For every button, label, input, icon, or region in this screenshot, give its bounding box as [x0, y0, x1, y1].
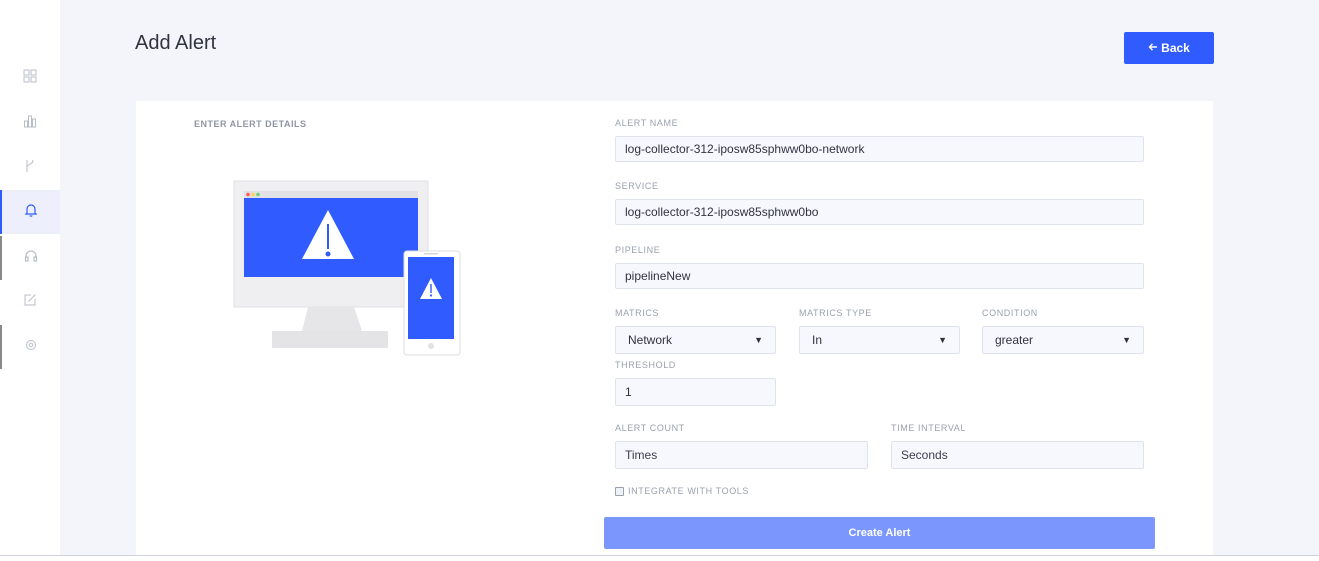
back-button-label: Back [1161, 41, 1190, 55]
alert-form-card: ENTER ALERT DETAILS ALERT NAME log-colle… [136, 101, 1213, 555]
service-label: SERVICE [615, 181, 659, 191]
alert-name-input[interactable] [615, 136, 1144, 162]
alert-illustration [232, 179, 464, 362]
section-label: ENTER ALERT DETAILS [194, 119, 307, 129]
condition-select-value: greater [995, 333, 1034, 347]
matrics-type-select-value: In [812, 333, 823, 347]
back-button[interactable]: Back [1124, 32, 1214, 64]
matrics-type-label: MATRICS TYPE [799, 308, 872, 318]
settings-gear-icon [24, 338, 38, 357]
condition-label: CONDITION [982, 308, 1038, 318]
sidebar-item-editor[interactable] [0, 280, 60, 324]
service-input[interactable] [615, 199, 1144, 225]
caret-down-icon: ▼ [938, 335, 947, 345]
dashboard-grid-icon [23, 69, 37, 88]
time-interval-input[interactable] [891, 441, 1144, 469]
headset-icon [24, 249, 38, 268]
sidebar-item-pipelines[interactable] [0, 146, 60, 190]
matrics-type-select[interactable]: In ▼ [799, 326, 960, 354]
page-title: Add Alert [135, 32, 217, 54]
caret-down-icon: ▼ [1122, 335, 1131, 345]
create-alert-button[interactable]: Create Alert [604, 517, 1155, 549]
sidebar-item-dashboard[interactable] [0, 56, 60, 100]
integrate-tools-label: INTEGRATE WITH TOOLS [628, 486, 750, 496]
page-bottom-strip [0, 556, 1319, 561]
condition-select[interactable]: greater ▼ [982, 326, 1144, 354]
sidebar-item-alerts[interactable] [0, 190, 60, 234]
alert-count-label: ALERT COUNT [615, 423, 685, 433]
sidebar-item-analytics[interactable] [0, 101, 60, 145]
sidebar [0, 0, 60, 555]
pipeline-branch-icon [23, 159, 37, 178]
threshold-label: THRESHOLD [615, 360, 676, 370]
threshold-input[interactable] [615, 378, 776, 406]
matrics-select-value: Network [628, 333, 673, 347]
pipeline-input[interactable] [615, 263, 1144, 289]
pipeline-label: PIPELINE [615, 245, 661, 255]
matrics-label: MATRICS [615, 308, 660, 318]
time-interval-label: TIME INTERVAL [891, 423, 966, 433]
bar-chart-icon [23, 114, 37, 133]
alert-name-label: ALERT NAME [615, 118, 679, 128]
edit-icon [23, 293, 37, 312]
caret-down-icon: ▼ [754, 335, 763, 345]
sidebar-item-support[interactable] [0, 236, 60, 280]
bell-icon [24, 203, 38, 222]
sidebar-item-settings[interactable] [0, 325, 60, 369]
integrate-tools-row[interactable]: INTEGRATE WITH TOOLS [615, 486, 749, 496]
alert-count-input[interactable] [615, 441, 868, 469]
integrate-tools-checkbox[interactable] [615, 486, 624, 496]
matrics-select[interactable]: Network ▼ [615, 326, 776, 354]
arrow-left-icon [1148, 41, 1158, 55]
